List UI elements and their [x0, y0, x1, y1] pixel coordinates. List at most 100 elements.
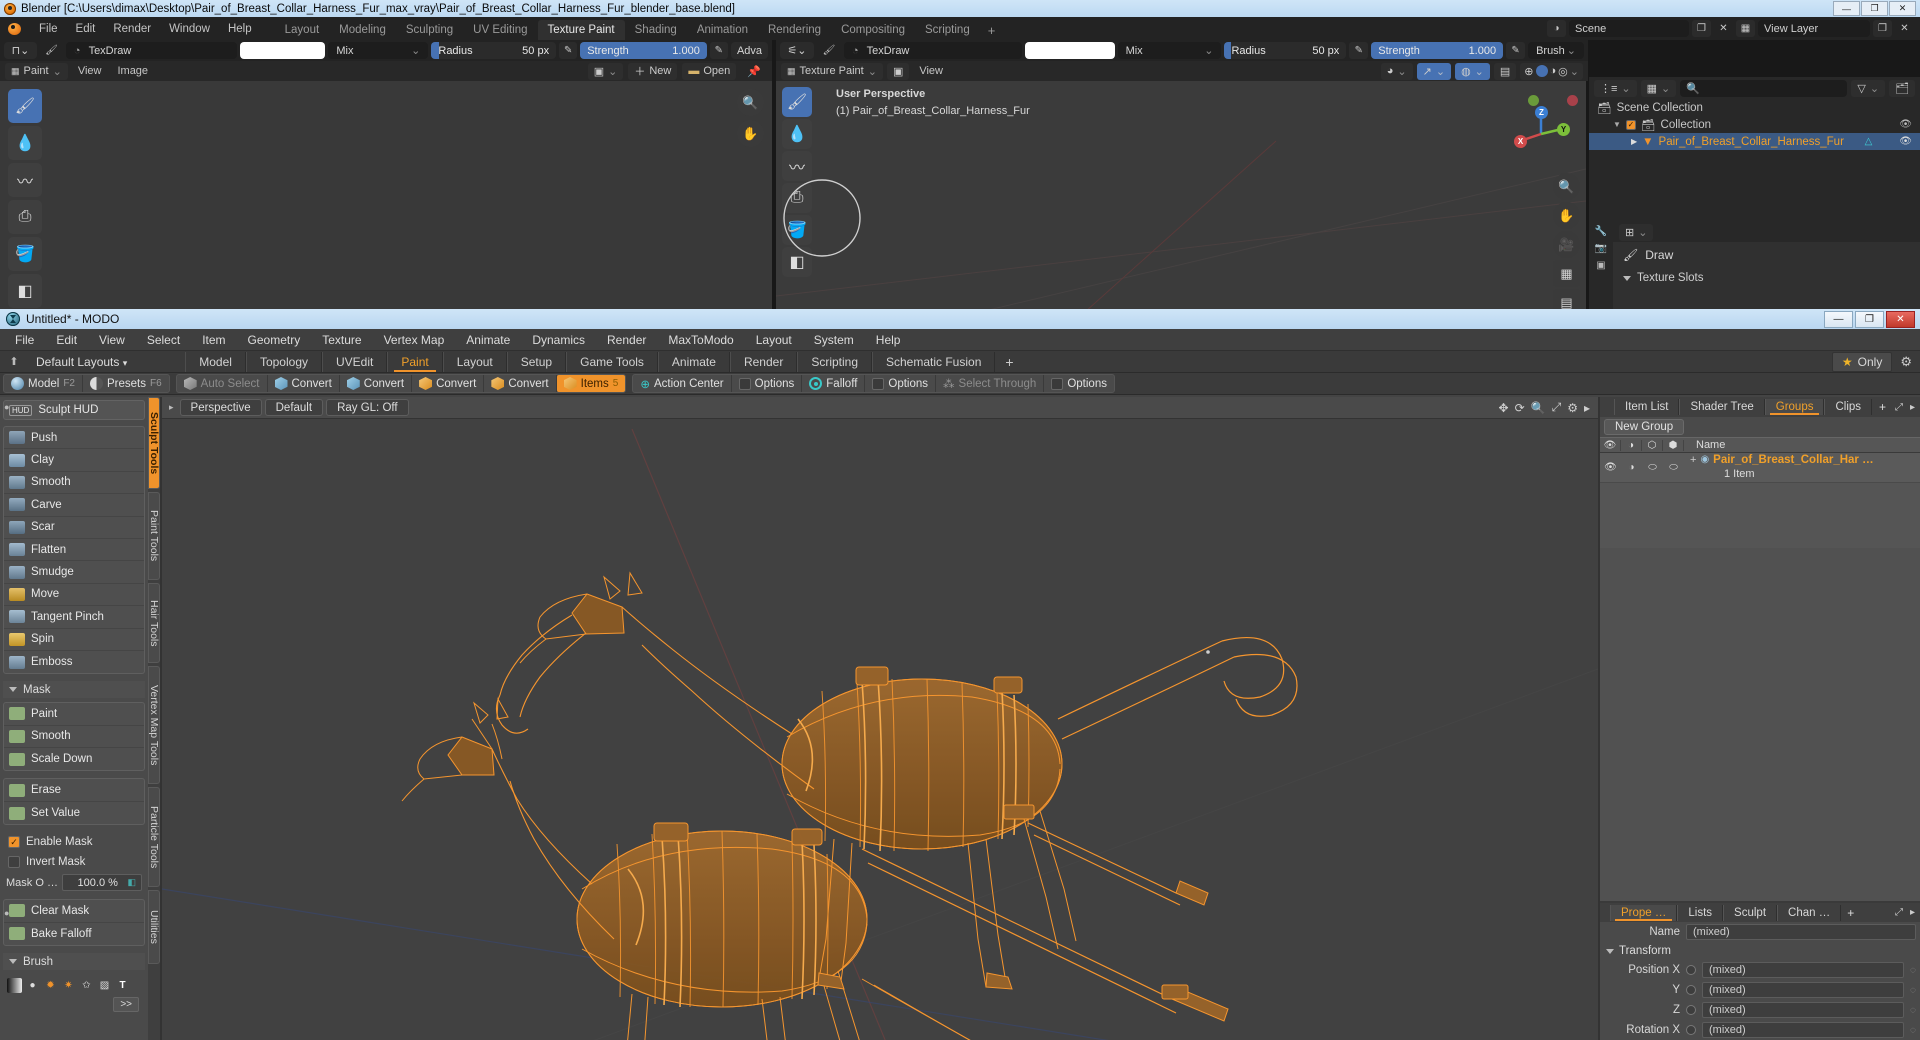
tab-scripting[interactable]: Scripting: [915, 20, 980, 40]
maximize-button[interactable]: ❐: [1861, 1, 1888, 16]
minimize-button[interactable]: —: [1824, 310, 1853, 328]
gizmo-neg-y[interactable]: [1528, 95, 1539, 106]
menu-help[interactable]: Help: [219, 20, 261, 38]
new-scene-icon[interactable]: ❐: [1692, 20, 1711, 37]
bake-falloff-button[interactable]: Bake Falloff: [4, 923, 144, 945]
mask-tool-scale-down[interactable]: Scale Down: [4, 748, 144, 770]
bottom-tab-channels[interactable]: Chan …: [1777, 904, 1842, 921]
position-y-field[interactable]: (mixed): [1702, 982, 1905, 998]
sculpt-tool-scar[interactable]: Scar: [4, 517, 144, 539]
tool-properties-tab[interactable]: 🔧: [1595, 226, 1607, 237]
tab-groups[interactable]: Groups: [1764, 399, 1825, 415]
modo-menu-maxtomodo[interactable]: MaxToModo: [657, 330, 744, 350]
sculpt-tool-push[interactable]: Push: [4, 427, 144, 450]
zoom-icon[interactable]: 🔍: [1553, 173, 1580, 200]
expand-row-icon[interactable]: +: [1690, 454, 1696, 468]
gizmo-z-axis[interactable]: Z: [1535, 106, 1548, 119]
tab-texture-paint[interactable]: Texture Paint: [537, 20, 625, 40]
mask-tool-erase[interactable]: Erase: [4, 779, 144, 802]
row-render-icon[interactable]: ◑: [1621, 462, 1642, 473]
transform-section-header[interactable]: Transform: [1600, 942, 1920, 960]
bottom-tab-lists[interactable]: Lists: [1677, 904, 1724, 921]
tab-shading[interactable]: Shading: [625, 20, 687, 40]
props-menu-icon[interactable]: ●: [4, 908, 9, 918]
view-layer-field[interactable]: View Layer: [1758, 20, 1870, 37]
only-toggle-button[interactable]: ★ Only: [1831, 351, 1893, 372]
overlays-toggle[interactable]: ◍ ⌄: [1455, 62, 1490, 80]
layout-tab-layout[interactable]: Layout: [442, 351, 507, 372]
modo-menu-select[interactable]: Select: [136, 330, 191, 350]
bottom-tab-sculpt[interactable]: Sculpt: [1723, 904, 1778, 921]
convert-vertices-button[interactable]: Convert: [268, 375, 340, 392]
action-center-button[interactable]: ⊕ Action Center: [633, 375, 732, 392]
modo-menu-vertex-map[interactable]: Vertex Map: [373, 330, 456, 350]
collection-checkbox[interactable]: ✓: [1625, 119, 1636, 130]
column-render-icon[interactable]: ◑: [1621, 439, 1642, 451]
sculpt-tool-move[interactable]: Move: [4, 584, 144, 607]
brush-expand-button[interactable]: >>: [113, 997, 139, 1013]
mask-tool-smooth[interactable]: Smooth: [4, 726, 144, 749]
brush-shape-soft-icon[interactable]: ✹: [43, 978, 58, 994]
position-z-field[interactable]: (mixed): [1702, 1002, 1905, 1018]
strength-slider-right[interactable]: Strength 1.000: [1371, 42, 1504, 59]
modo-menu-system[interactable]: System: [803, 330, 865, 350]
menu-edit[interactable]: Edit: [67, 20, 105, 38]
modo-menu-texture[interactable]: Texture: [311, 330, 372, 350]
gizmo-toggle[interactable]: ↗ ⌄: [1416, 62, 1452, 80]
modo-menu-dynamics[interactable]: Dynamics: [521, 330, 596, 350]
modo-menu-view[interactable]: View: [88, 330, 136, 350]
visibility-eye-icon[interactable]: 👁: [1899, 119, 1912, 130]
tab-layout[interactable]: Layout: [275, 20, 330, 40]
mesh-data-icon[interactable]: △: [1865, 136, 1873, 147]
gizmo-x-axis[interactable]: X: [1514, 135, 1527, 148]
blender-window-controls[interactable]: — ❐ ✕: [1833, 1, 1916, 16]
sculpt-tool-clay[interactable]: Clay: [4, 449, 144, 472]
object-properties-tab[interactable]: ▣: [1596, 260, 1605, 271]
tool-fill[interactable]: 🪣: [8, 237, 42, 271]
brush-shape-text-icon[interactable]: T: [115, 978, 130, 994]
rail-tab-particle-tools[interactable]: Particle Tools: [148, 787, 160, 887]
close-button[interactable]: ✕: [1889, 1, 1916, 16]
position-z-lock-icon[interactable]: ◌: [1910, 1005, 1916, 1016]
close-button[interactable]: ✕: [1886, 310, 1915, 328]
modo-3d-canvas[interactable]: [162, 419, 1598, 1040]
scene-browse-icon[interactable]: ◑: [1547, 20, 1566, 37]
position-z-key-icon[interactable]: [1686, 1005, 1696, 1015]
layout-tab-animate[interactable]: Animate: [657, 351, 730, 372]
modo-viewport[interactable]: ▸ Perspective Default Ray GL: Off ✥ ⟳ 🔍 …: [160, 397, 1600, 1040]
props-collapse-icon[interactable]: ▸: [1910, 907, 1915, 918]
viewport-projection-dropdown[interactable]: Perspective: [179, 399, 262, 416]
tool-clone[interactable]: ⎙: [8, 200, 42, 234]
image-pin-dropdown[interactable]: ▣ ⌄: [587, 62, 624, 80]
rotation-x-key-icon[interactable]: [1686, 1025, 1696, 1035]
column-visibility-icon[interactable]: 👁: [1600, 439, 1621, 451]
brush-dropdown-right[interactable]: Brush ⌄: [1528, 42, 1584, 59]
xray-toggle[interactable]: ▤: [1493, 62, 1517, 80]
viewport-menu-view[interactable]: View: [913, 63, 949, 79]
viewport-shading-dropdown[interactable]: Default: [264, 399, 324, 416]
modo-menu-render[interactable]: Render: [596, 330, 657, 350]
modo-menu-file[interactable]: File: [4, 330, 45, 350]
convert-polygons-button[interactable]: Convert: [412, 375, 485, 392]
select-through-button[interactable]: ⁂ Select Through: [936, 375, 1045, 392]
rotation-x-lock-icon[interactable]: ◌: [1910, 1025, 1916, 1036]
outliner-new-collection-icon[interactable]: 🗂: [1889, 79, 1915, 97]
image-editor-menu-view[interactable]: View: [72, 63, 108, 79]
properties-texture-slots-panel[interactable]: Texture Slots: [1589, 268, 1920, 288]
render-properties-tab[interactable]: 📷: [1595, 243, 1607, 254]
menu-file[interactable]: File: [30, 20, 67, 38]
pan-icon[interactable]: ✋: [737, 120, 764, 147]
minimize-button[interactable]: —: [1833, 1, 1860, 16]
tool-draw[interactable]: 🖌: [8, 89, 42, 123]
select-through-options-button[interactable]: Options: [1044, 375, 1114, 392]
radius-pressure-icon[interactable]: ✎: [559, 42, 578, 59]
radius-slider-right[interactable]: Radius 50 px: [1224, 42, 1347, 59]
rail-tab-hair-tools[interactable]: Hair Tools: [148, 583, 160, 663]
brush-shape-round-icon[interactable]: ●: [25, 978, 40, 994]
auto-select-button[interactable]: Auto Select: [177, 375, 268, 392]
layout-tab-paint[interactable]: Paint: [387, 351, 443, 372]
new-group-button[interactable]: New Group: [1604, 419, 1685, 435]
modo-menu-help[interactable]: Help: [865, 330, 912, 350]
new-view-layer-icon[interactable]: ❐: [1873, 20, 1892, 37]
viewport-settings-icon[interactable]: ⚙: [1567, 401, 1578, 415]
